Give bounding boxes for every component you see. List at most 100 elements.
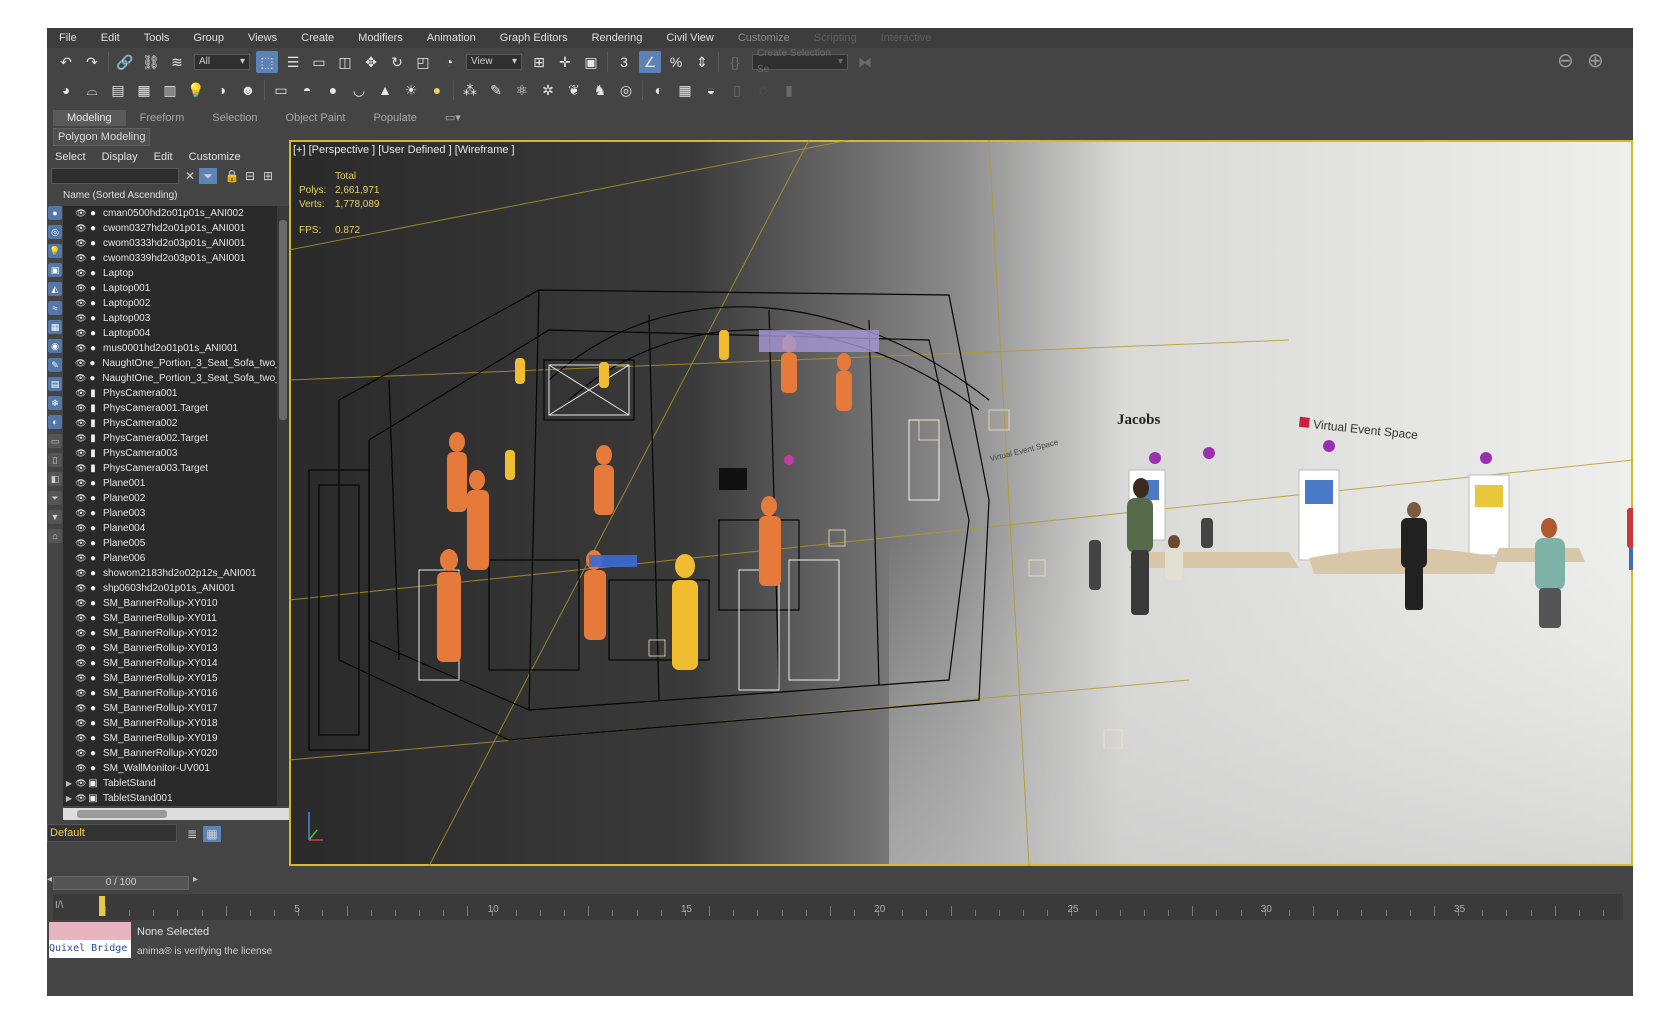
menu-file[interactable]: File [47,28,89,48]
list-item[interactable]: 👁 ● cwom0327hd2o01p01s_ANI001 [63,221,277,236]
spinner-snap-icon[interactable]: ⇕ [691,51,713,73]
display-hidden-icon[interactable]: ◐ [48,415,62,429]
menu-graph-editors[interactable]: Graph Editors [488,28,580,48]
visibility-eye-icon[interactable]: 👁 [75,538,87,549]
menu-civil-view[interactable]: Civil View [654,28,725,48]
visibility-eye-icon[interactable]: 👁 [75,403,87,414]
mirror-icon[interactable]: ⧓ [854,51,876,73]
curve-editor-toggle-icon[interactable]: I/\ [55,900,63,911]
list-item[interactable]: 👁 ● SM_BannerRollup-XY010 [63,596,277,611]
layer-sort-icon[interactable]: ⊞ [259,168,277,184]
display-helpers-icon[interactable]: ◭ [48,282,62,296]
list-item[interactable]: 👁 ▮ PhysCamera003.Target [63,461,277,476]
list-item[interactable]: 👁 ● shp0603hd2o01p01s_ANI001 [63,581,277,596]
clear-search-icon[interactable]: ✕ [181,168,199,184]
display-containers-icon[interactable]: ▤ [48,377,62,391]
plant-icon[interactable]: ❦ [563,79,585,101]
visibility-eye-icon[interactable]: 👁 [75,523,87,534]
menu-interactive[interactable]: Interactive [869,28,944,48]
visibility-eye-icon[interactable]: 👁 [75,718,87,729]
angle-snap-icon[interactable]: ∠ [639,51,661,73]
bind-spacewarp-icon[interactable]: ≋ [166,51,188,73]
visibility-eye-icon[interactable]: 👁 [75,748,87,759]
redo-icon[interactable]: ↷ [81,51,103,73]
display-all-icon[interactable]: ▭ [48,434,62,448]
list-item[interactable]: 👁 ● SM_WallMonitor-UV001 [63,761,277,776]
environment-icon[interactable]: ◐ [648,79,670,101]
time-slider[interactable]: 0 / 100 [53,876,189,890]
visibility-eye-icon[interactable]: 👁 [75,553,87,564]
expand-arrow-icon[interactable]: ▶ [63,779,75,788]
hierarchy-icon[interactable]: ⊟ [241,168,259,184]
list-item[interactable]: 👁 ● Plane003 [63,506,277,521]
display-lights-icon[interactable]: 💡 [48,244,62,258]
character-icon[interactable]: ☻ [237,79,259,101]
disabled-tool-icon[interactable]: ▯ [726,79,748,101]
list-item[interactable]: 👁 ● SM_BannerRollup-XY019 [63,731,277,746]
render-setup-icon[interactable]: ▥ [159,79,181,101]
ribbon-tab-modeling[interactable]: Modeling [53,110,126,126]
list-item[interactable]: 👁 ● mus0001hd2o01p01s_ANI001 [63,341,277,356]
undo-icon[interactable]: ↶ [55,51,77,73]
layer-filter-icon[interactable]: ⌂ [48,529,62,543]
list-item[interactable]: 👁 ▮ PhysCamera003 [63,446,277,461]
visibility-eye-icon[interactable]: 👁 [75,688,87,699]
bowl-primitive-icon[interactable]: ◡ [348,79,370,101]
visibility-eye-icon[interactable]: 👁 [75,583,87,594]
list-item[interactable]: 👁 ● SM_BannerRollup-XY016 [63,686,277,701]
expand-arrow-icon[interactable]: ▶ [63,794,75,803]
disabled-tool-icon[interactable]: ◌ [752,79,774,101]
visibility-eye-icon[interactable]: 👁 [75,433,87,444]
list-hscroll-thumb[interactable] [77,810,167,818]
helper-icon[interactable]: ◑ [211,79,233,101]
viewport-label[interactable]: [+] [Perspective ] [User Defined ] [Wire… [293,144,515,156]
list-item[interactable]: 👁 ● showom2183hd2o02p12s_ANI001 [63,566,277,581]
menu-animation[interactable]: Animation [415,28,488,48]
visibility-eye-icon[interactable]: 👁 [75,643,87,654]
visibility-eye-icon[interactable]: 👁 [75,463,87,474]
sun-light-icon[interactable]: ☀ [400,79,422,101]
zoom-in-icon[interactable]: ⊕ [1587,48,1604,73]
list-item[interactable]: 👁 ● SM_BannerRollup-XY013 [63,641,277,656]
quixel-bridge-button[interactable]: Quixel Bridge [49,940,131,958]
select-by-name-icon[interactable]: ☰ [282,51,304,73]
visibility-eye-icon[interactable]: 👁 [75,568,87,579]
visibility-eye-icon[interactable]: 👁 [75,613,87,624]
plane-primitive-icon[interactable]: ▭ [270,79,292,101]
edit-named-selection-icon[interactable]: {} [724,51,746,73]
list-item[interactable]: 👁 ● cman0500hd2o01p01s_ANI002 [63,206,277,221]
light-bulb-icon[interactable]: 💡 [185,79,207,101]
list-item[interactable]: 👁 ● SM_BannerRollup-XY017 [63,701,277,716]
select-object-icon[interactable]: ⬚ [256,51,278,73]
maxscript-listener-field[interactable] [49,922,131,940]
rect-selection-icon[interactable]: ▭ [308,51,330,73]
visibility-eye-icon[interactable]: 👁 [75,208,87,219]
next-frame-icon[interactable]: ▸ [193,874,207,890]
menu-edit[interactable]: Edit [89,28,132,48]
layer-manager-icon[interactable]: ▦ [674,79,696,101]
visibility-eye-icon[interactable]: 👁 [75,658,87,669]
render-frame-icon[interactable]: ▤ [107,79,129,101]
list-item[interactable]: 👁 ▮ PhysCamera001.Target [63,401,277,416]
placement-icon[interactable]: ◔ [438,51,460,73]
menu-group[interactable]: Group [181,28,236,48]
zoom-out-icon[interactable]: ⊖ [1557,48,1574,73]
visibility-eye-icon[interactable]: 👁 [75,598,87,609]
cloth-icon[interactable]: ✲ [537,79,559,101]
snaps-toggle-icon[interactable]: 3 [613,51,635,73]
list-item[interactable]: 👁 ▮ PhysCamera002 [63,416,277,431]
timeline-playhead[interactable] [99,896,105,916]
menu-rendering[interactable]: Rendering [580,28,655,48]
display-shapes-icon[interactable]: ◎ [48,225,62,239]
percent-snap-icon[interactable]: % [665,51,687,73]
explorer-menu-customize[interactable]: Customize [181,148,249,166]
list-item[interactable]: ▶ 👁 ▣ TabletStand001 [63,791,277,806]
list-item[interactable]: 👁 ▮ PhysCamera001 [63,386,277,401]
menu-create[interactable]: Create [289,28,346,48]
scatter-icon[interactable]: ⚛ [511,79,533,101]
layer-explorer-icon[interactable]: ▦ [203,826,221,842]
visibility-eye-icon[interactable]: 👁 [75,343,87,354]
list-item[interactable]: 👁 ● cwom0333hd2o03p01s_ANI001 [63,236,277,251]
select-manipulate-icon[interactable]: ✛ [554,51,576,73]
list-item[interactable]: 👁 ▮ PhysCamera002.Target [63,431,277,446]
